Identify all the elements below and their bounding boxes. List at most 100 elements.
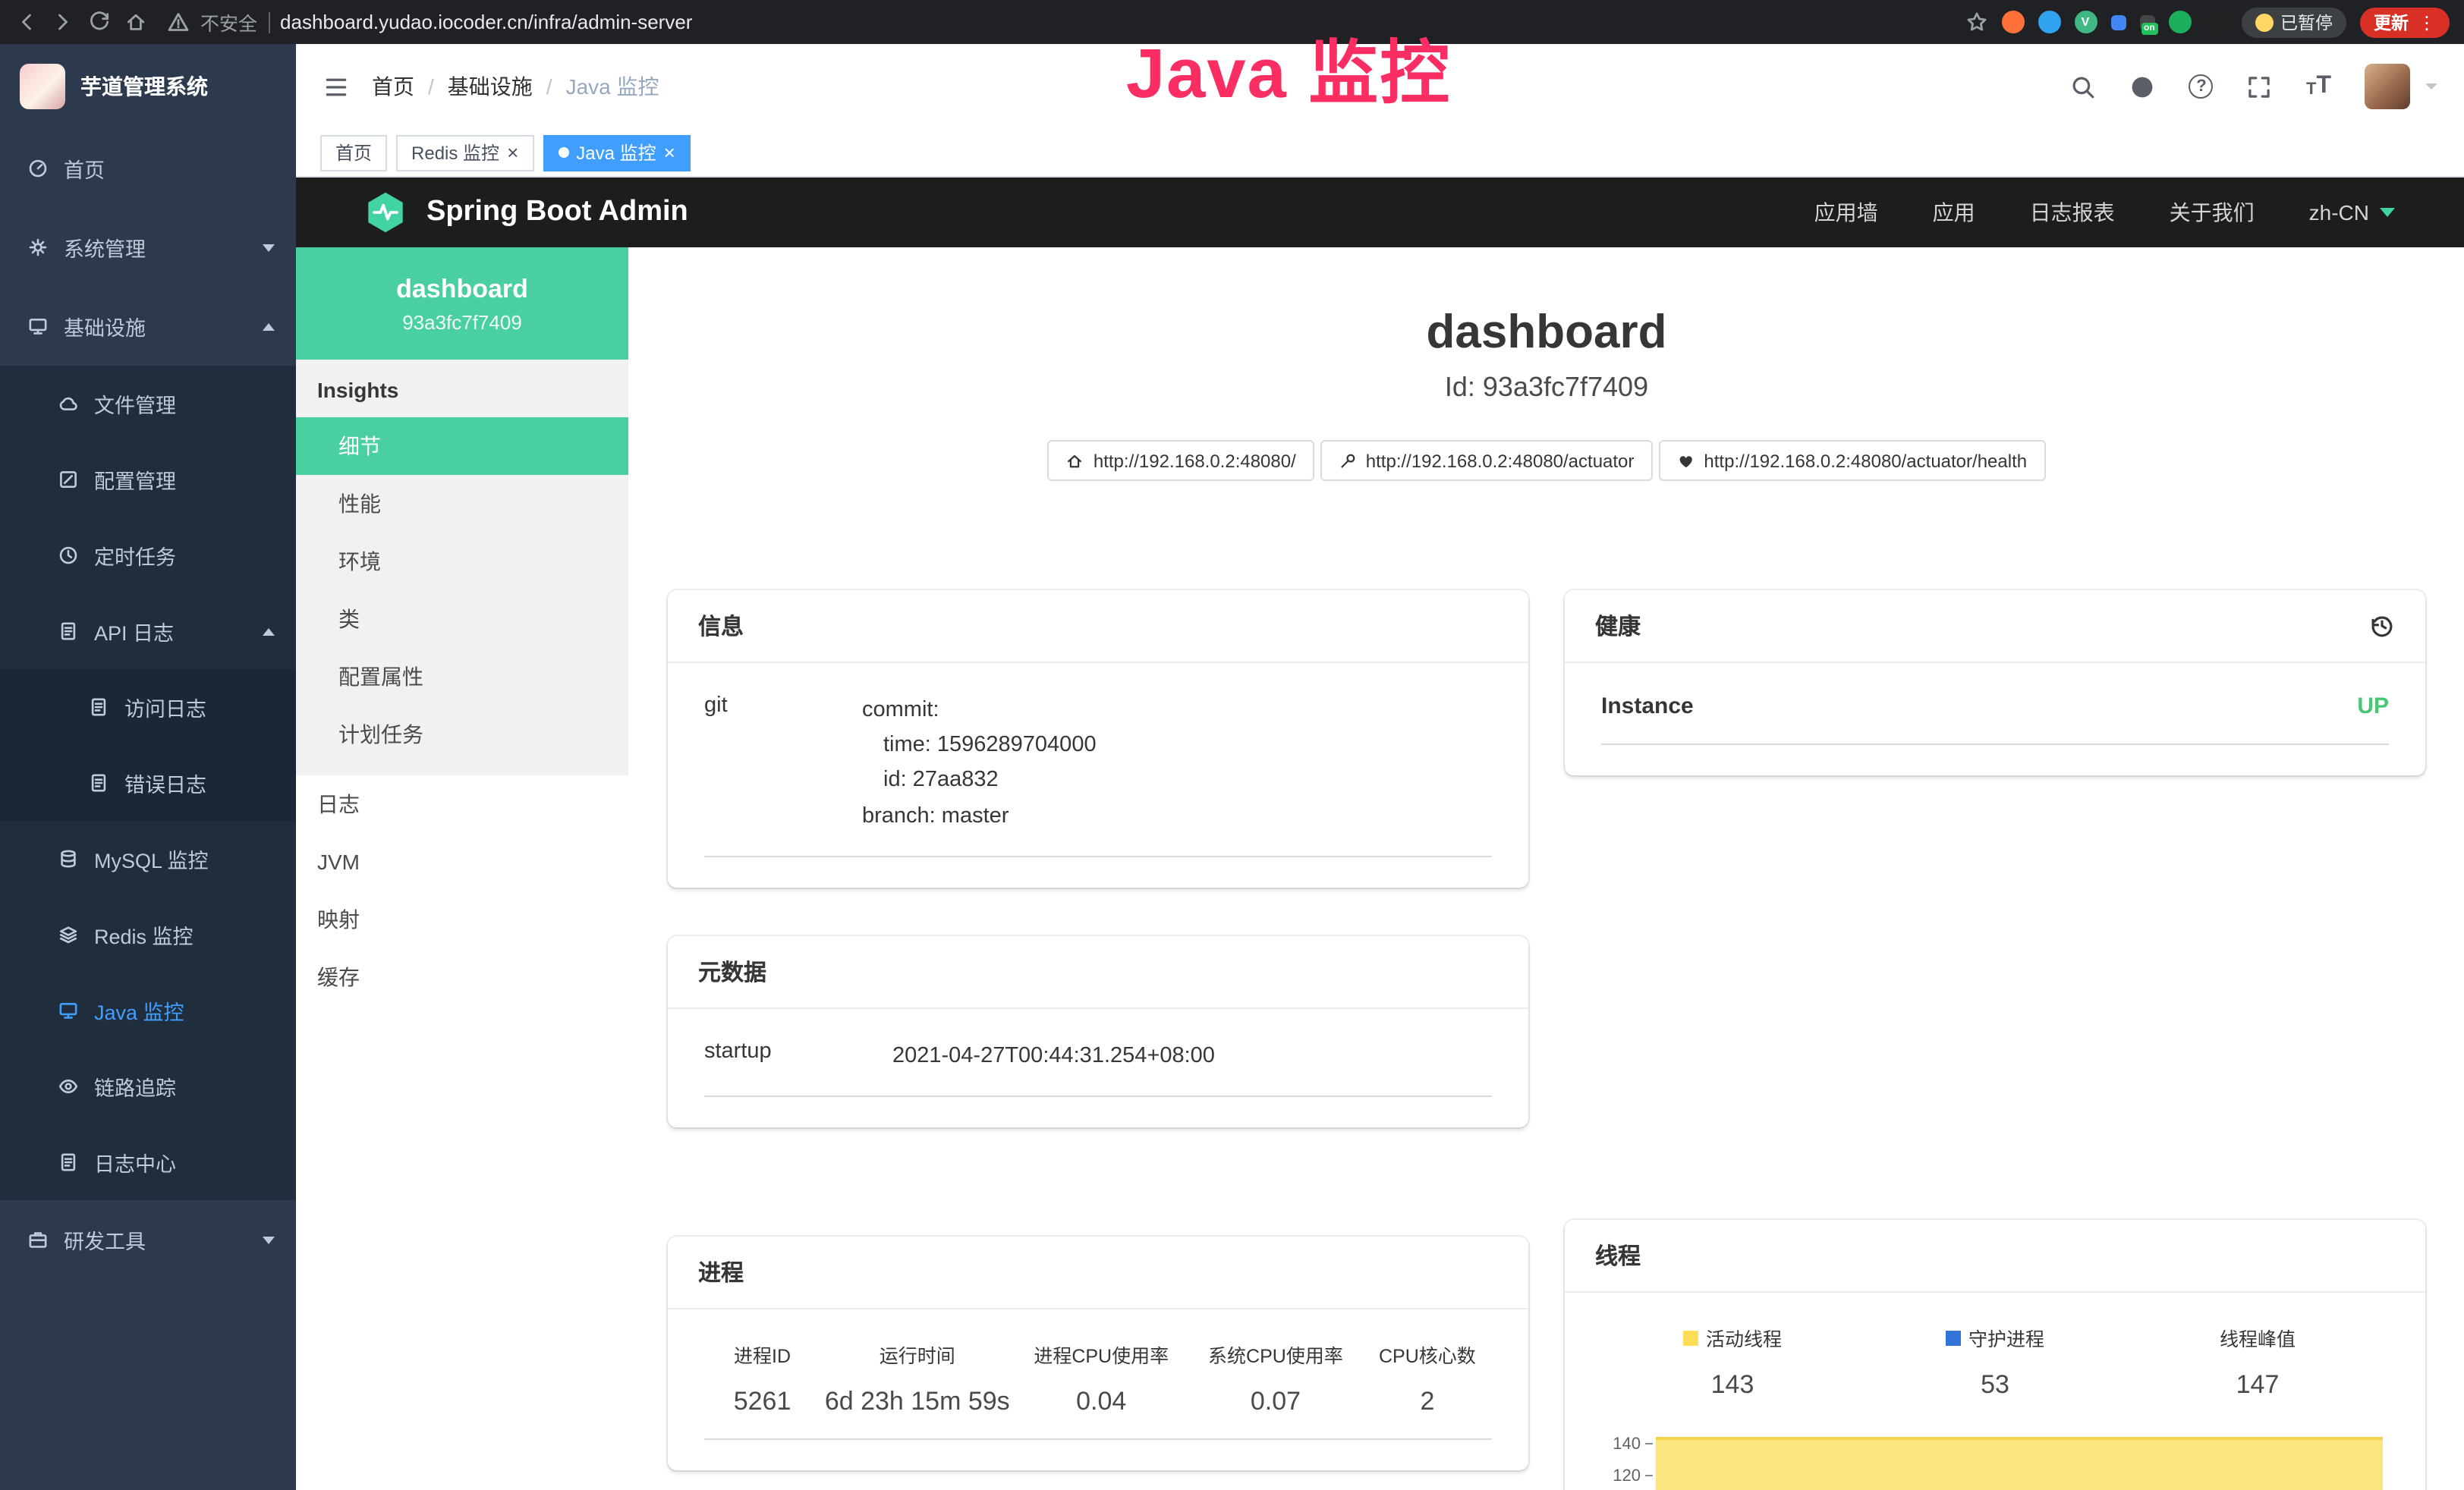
tab-home[interactable]: 首页 (320, 134, 387, 171)
sba-nav-about[interactable]: 关于我们 (2170, 197, 2255, 228)
menu-item-jvm[interactable]: JVM (296, 833, 628, 891)
sidebar-item-config-manage[interactable]: 配置管理 (0, 442, 296, 517)
health-instance-row: Instance UP (1601, 693, 2389, 745)
info-card: 信息 git commit: time: 1596289704000 id: 2 (668, 590, 1528, 888)
threads-legend: 活动线程 143 守护进程 53 线程峰值 (1601, 1323, 2389, 1400)
menu-item-loggers[interactable]: 日志 (296, 775, 628, 833)
fullscreen-icon[interactable] (2247, 74, 2273, 99)
sba-brand[interactable]: Spring Boot Admin (363, 190, 688, 235)
instance-sidebar: dashboard 93a3fc7f7409 Insights 细节 性能 环境… (296, 247, 628, 1490)
instance-name: dashboard (396, 274, 528, 304)
menu-item-performance[interactable]: 性能 (296, 475, 628, 533)
breadcrumb-item-home[interactable]: 首页 (372, 71, 414, 102)
menu-item-environment[interactable]: 环境 (296, 533, 628, 590)
sidebar-item-infra[interactable]: 基础设施 (0, 287, 296, 366)
sba-nav-wall[interactable]: 应用墙 (1814, 197, 1878, 228)
menu-item-classes[interactable]: 类 (296, 590, 628, 648)
sidebar-item-dev-tools[interactable]: 研发工具 (0, 1200, 296, 1279)
avatar-caret-icon[interactable] (2425, 83, 2437, 90)
stat-label: 运行时间 (820, 1340, 1014, 1369)
actuator-url-link[interactable]: http://192.168.0.2:48080/actuator (1320, 440, 1653, 481)
card-body: startup 2021-04-27T00:44:31.254+08:00 (668, 1009, 1528, 1127)
sidebar-item-file-manage[interactable]: 文件管理 (0, 366, 296, 442)
card-title: 信息 (698, 610, 744, 642)
sidebar-item-java-monitor[interactable]: Java 监控 (0, 973, 296, 1048)
card-title: 元数据 (698, 956, 766, 988)
card-body: 进程ID 5261 运行时间 6d 23h 15m 59s (668, 1309, 1528, 1470)
metadata-value: 2021-04-27T00:44:31.254+08:00 (892, 1039, 1215, 1074)
actuator-url-text: http://192.168.0.2:48080/actuator (1366, 450, 1635, 471)
sidebar-item-mysql-monitor[interactable]: MySQL 监控 (0, 821, 296, 897)
search-icon[interactable] (2071, 74, 2097, 99)
monitor-icon (58, 1000, 79, 1021)
chrome-update-button[interactable]: 更新 ⋮ (2360, 7, 2450, 37)
user-avatar[interactable] (2365, 64, 2410, 109)
sba-nav-applications[interactable]: 应用 (1933, 197, 1975, 228)
api-log-submenu: 访问日志 错误日志 (0, 669, 296, 821)
extension-icon-orange[interactable] (2001, 11, 2024, 33)
close-icon[interactable]: × (507, 143, 518, 162)
close-icon[interactable]: × (664, 143, 675, 162)
sidebar-item-redis-monitor[interactable]: Redis 监控 (0, 897, 296, 973)
card-header: 健康 (1565, 590, 2425, 663)
sidebar-item-log-center[interactable]: 日志中心 (0, 1124, 296, 1200)
menu-item-caches[interactable]: 缓存 (296, 948, 628, 1006)
history-icon[interactable] (2369, 613, 2395, 639)
github-icon[interactable] (2130, 74, 2156, 99)
git-time-line: time: 1596289704000 (862, 728, 1097, 763)
locale-selector[interactable]: zh-CN (2309, 200, 2395, 225)
chevron-up-icon (263, 322, 275, 330)
threads-card: 线程 活动线程 143 守护进程 (1565, 1220, 2425, 1490)
tab-redis-monitor[interactable]: Redis 监控 × (396, 134, 533, 171)
menu-item-config-props[interactable]: 配置属性 (296, 648, 628, 706)
sba-nav: 应用墙 应用 日志报表 关于我们 zh-CN (1814, 197, 2395, 228)
sidebar-item-scheduled-job[interactable]: 定时任务 (0, 517, 296, 593)
legend-daemon-threads: 守护进程 53 (1864, 1323, 2126, 1400)
proxy-switch-icon[interactable]: on (2139, 14, 2154, 30)
tab-java-monitor[interactable]: Java 监控 × (543, 134, 691, 171)
tab-label: 首页 (335, 140, 372, 165)
hamburger-icon[interactable] (323, 74, 349, 99)
profiler-paused-badge[interactable]: 已暂停 (2241, 7, 2346, 37)
instance-header[interactable]: dashboard 93a3fc7f7409 (296, 247, 628, 360)
extension-icon-grid[interactable] (2110, 14, 2126, 30)
sidebar-item-label: 错误日志 (124, 768, 275, 798)
sidebar-item-access-log[interactable]: 访问日志 (0, 669, 296, 745)
bookmark-star-icon[interactable] (1965, 11, 1987, 33)
extension-icon-leaf[interactable] (2168, 11, 2191, 33)
document-icon (58, 621, 79, 642)
security-warning-icon[interactable] (167, 11, 190, 33)
address-divider (268, 11, 269, 33)
vue-devtools-icon[interactable]: V (2074, 11, 2097, 33)
address-bar[interactable]: 不安全 dashboard.yudao.iocoder.cn/infra/adm… (167, 8, 692, 36)
locale-value: zh-CN (2309, 200, 2369, 225)
forward-icon[interactable] (52, 11, 74, 33)
kebab-menu-icon[interactable]: ⋮ (2418, 11, 2436, 33)
menu-item-details[interactable]: 细节 (296, 417, 628, 475)
menu-item-mappings[interactable]: 映射 (296, 891, 628, 948)
sidebar-item-api-log[interactable]: API 日志 (0, 593, 296, 669)
sba-nav-journal[interactable]: 日志报表 (2030, 197, 2115, 228)
extension-icon-blue-drop[interactable] (2038, 11, 2060, 33)
home-icon[interactable] (124, 11, 147, 33)
breadcrumb-item-infra[interactable]: 基础设施 (448, 71, 533, 102)
back-icon[interactable] (15, 11, 38, 33)
security-label[interactable]: 不安全 (200, 8, 257, 36)
sidebar-item-home[interactable]: 首页 (0, 129, 296, 208)
font-size-icon[interactable]: TT (2306, 74, 2331, 99)
url-text[interactable]: dashboard.yudao.iocoder.cn/infra/admin-s… (280, 11, 692, 33)
health-url-link[interactable]: http://192.168.0.2:48080/actuator/health (1658, 440, 2045, 481)
sidebar-item-system[interactable]: 系统管理 (0, 208, 296, 287)
logo-avatar (20, 64, 65, 109)
main-sidebar: 芋道管理系统 首页 系统管理 基础设施 文件管理 (0, 44, 296, 1490)
sidebar-item-trace[interactable]: 链路追踪 (0, 1048, 296, 1124)
extension-icon-dark[interactable] (2204, 11, 2227, 33)
reload-icon[interactable] (88, 11, 111, 33)
docs-help-icon[interactable]: ? (2189, 74, 2214, 99)
sidebar-item-error-log[interactable]: 错误日志 (0, 745, 296, 821)
tab-label: Redis 监控 (411, 140, 499, 165)
service-url-link[interactable]: http://192.168.0.2:48080/ (1048, 440, 1314, 481)
app-logo[interactable]: 芋道管理系统 (0, 44, 296, 129)
metadata-card: 元数据 startup 2021-04-27T00:44:31.254+08:0… (668, 936, 1528, 1127)
menu-item-scheduled-tasks[interactable]: 计划任务 (296, 706, 628, 763)
